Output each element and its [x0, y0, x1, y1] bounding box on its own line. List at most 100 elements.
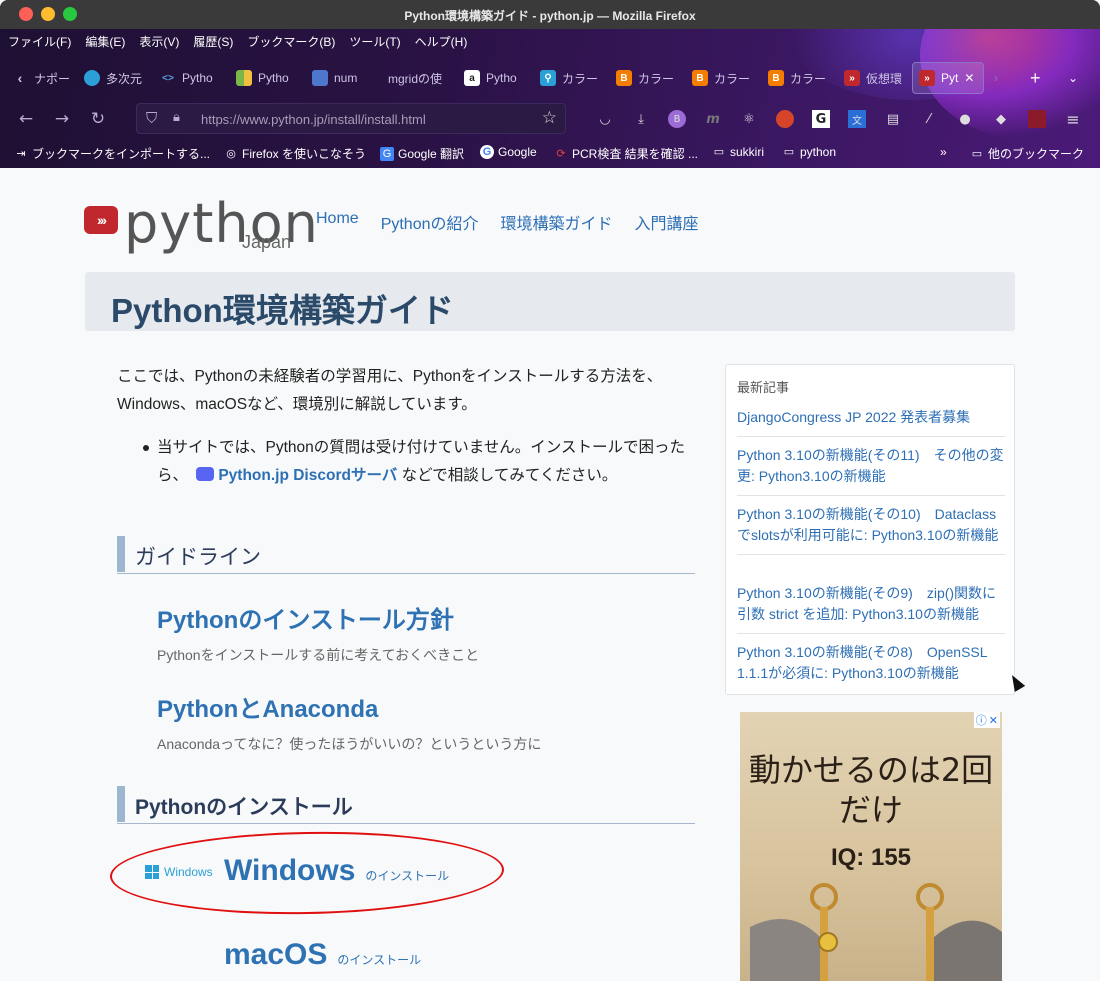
info-icon[interactable]: ⓘ — [976, 712, 987, 728]
shield-icon[interactable]: ⛉ — [146, 109, 157, 127]
bookmark-label: PCR検査 結果を確認 ... — [572, 147, 699, 161]
bookmark-other[interactable]: ▭ 他のブックマーク — [970, 145, 1084, 162]
hamburger-menu-icon[interactable]: ≡ — [1064, 110, 1082, 129]
tab-6[interactable]: mgridの使 — [388, 62, 446, 94]
menu-bookmarks[interactable]: ブックマーク(B) — [247, 31, 335, 53]
extension-red-icon[interactable] — [1028, 110, 1046, 128]
menu-history[interactable]: 履歴(S) — [193, 31, 233, 53]
forward-icon[interactable]: → — [51, 109, 73, 129]
tab-7[interactable]: a Pytho — [464, 62, 522, 94]
extension-diamond-icon[interactable]: ◆ — [992, 110, 1010, 128]
tab-9[interactable]: B カラー — [616, 62, 674, 94]
tab-8[interactable]: ⚲ カラー — [540, 62, 598, 94]
menu-file[interactable]: ファイル(F) — [8, 31, 71, 53]
tab-1[interactable]: ‹ ナポー — [12, 62, 74, 94]
amazon-icon: a — [464, 70, 480, 86]
close-icon[interactable]: ✕ — [989, 714, 998, 727]
back-icon[interactable]: ← — [15, 109, 37, 129]
menu-edit[interactable]: 編集(E) — [85, 31, 125, 53]
macos-install-link[interactable]: macOS のインストール — [224, 938, 421, 972]
tab-12[interactable]: » 仮想環 — [844, 62, 902, 94]
lock-icon[interactable]: 🔒︎ — [173, 110, 180, 125]
section-guideline: ガイドライン — [117, 536, 695, 574]
site-logo[interactable]: ››› python Japan — [84, 192, 318, 258]
nav-install-guide[interactable]: 環境構築ガイド — [501, 210, 613, 234]
download-icon[interactable]: ⤓ — [632, 110, 650, 128]
bookmark-google[interactable]: G Google — [480, 145, 537, 159]
folder-icon: ▭ — [971, 147, 983, 160]
bookmark-label: 他のブックマーク — [988, 147, 1085, 161]
annotation-oval — [109, 828, 505, 918]
os-title[interactable]: macOS — [224, 938, 327, 972]
ad-iq-label: IQ: 155 — [830, 844, 912, 871]
os-subtitle[interactable]: のインストール — [337, 951, 421, 968]
menu-tools[interactable]: ツール(T) — [349, 31, 400, 53]
bookmark-label: sukkiri — [730, 145, 765, 159]
extension-b-icon[interactable]: B — [668, 110, 686, 128]
menu-bar: ファイル(F) 編集(E) 表示(V) 履歴(S) ブックマーク(B) ツール(… — [0, 31, 481, 53]
bookmark-firefox[interactable]: ◎ Firefox を使いこなそう — [224, 145, 366, 162]
python-jp-icon: » — [844, 70, 860, 86]
url-bar[interactable]: ⛉ 🔒︎ https://www.python.jp/install/insta… — [136, 103, 566, 134]
tab-10[interactable]: B カラー — [692, 62, 750, 94]
blogger-icon: B — [768, 70, 784, 86]
tab-11[interactable]: B カラー — [768, 62, 826, 94]
nav-home[interactable]: Home — [316, 210, 359, 234]
tab-2[interactable]: 多次元 — [84, 62, 144, 94]
extension-fox-icon[interactable] — [776, 110, 794, 128]
reader-icon[interactable]: ▤ — [884, 110, 902, 128]
color-ext-icon[interactable]: ● — [956, 110, 974, 128]
section-bar — [117, 786, 125, 822]
react-icon[interactable]: ⚛ — [740, 110, 758, 128]
blogger-icon: B — [616, 70, 632, 86]
translate-icon: G — [380, 146, 394, 161]
article-link[interactable]: DjangoCongress JP 2022 発表者募集 — [737, 407, 1005, 437]
grammarly-icon[interactable]: G — [812, 110, 830, 128]
bookmark-label: Firefox を使いこなそう — [242, 147, 367, 161]
bookmark-folder-sukkiri[interactable]: ▭ sukkiri — [712, 145, 764, 159]
tab-3[interactable]: <> Pytho — [160, 62, 220, 94]
nav-intro[interactable]: Pythonの紹介 — [381, 210, 479, 234]
tab-label: 多次元 — [106, 71, 143, 86]
tab-5[interactable]: num — [312, 62, 370, 94]
url-text[interactable]: https://www.python.jp/install/install.ht… — [201, 112, 426, 127]
article-link[interactable]: Python 3.10の新機能(その10) Dataclassでslotsが利用… — [737, 504, 1005, 555]
guide-anaconda[interactable]: PythonとAnaconda Anacondaってなに？使ったほうがいいの？と… — [157, 689, 541, 754]
sidebar-heading: 最新記事 — [737, 380, 790, 395]
reload-icon[interactable]: ↻ — [87, 109, 109, 129]
pocket-icon[interactable]: ◡ — [596, 110, 614, 128]
page-header: Python環境構築ガイド — [85, 272, 1015, 331]
advertisement[interactable]: ⓘ ✕ 動かせるのは2回だけ IQ: 155 — [740, 712, 1002, 981]
tab-scroll-right-icon[interactable]: › — [994, 62, 1010, 94]
translate-ext-icon[interactable]: 文 — [848, 110, 866, 128]
bookmark-translate[interactable]: G Google 翻訳 — [380, 145, 464, 162]
bookmark-import[interactable]: ⇥ ブックマークをインポートする... — [14, 145, 210, 162]
ad-choices[interactable]: ⓘ ✕ — [973, 712, 1000, 728]
folder-icon: ▭ — [783, 146, 795, 158]
bookmarks-overflow-icon[interactable]: » — [940, 145, 947, 159]
list-tabs-icon[interactable]: ⌄ — [1068, 62, 1084, 94]
section-title: Pythonのインストール — [135, 796, 353, 819]
guide-title[interactable]: Pythonのインストール方針 — [157, 600, 479, 635]
discord-link[interactable]: Python.jp Discordサーバ — [218, 467, 397, 484]
eyedropper-icon[interactable]: ⁄ — [920, 110, 938, 128]
tab-4[interactable]: Pytho — [236, 62, 296, 94]
extension-m-icon[interactable]: m — [704, 110, 722, 128]
tab-label: 仮想環 — [866, 71, 902, 86]
guide-title[interactable]: PythonとAnaconda — [157, 689, 541, 724]
menu-view[interactable]: 表示(V) — [139, 31, 179, 53]
article-link[interactable]: Python 3.10の新機能(その11) その他の変更: Python3.10… — [737, 445, 1005, 496]
bookmark-pcr[interactable]: ⟳ PCR検査 結果を確認 ... — [554, 145, 698, 162]
close-tab-icon[interactable]: ✕ — [964, 71, 974, 85]
tab-active[interactable]: » Pyt ✕ — [912, 62, 984, 94]
guide-install-policy[interactable]: Pythonのインストール方針 Pythonをインストールする前に考えておくべき… — [157, 600, 479, 665]
article-link[interactable]: Python 3.10の新機能(その8) OpenSSL 1.1.1が必須に: … — [737, 642, 1005, 692]
menu-help[interactable]: ヘルプ(H) — [415, 31, 468, 53]
star-icon[interactable]: ☆ — [542, 108, 557, 128]
pin-icon: ⚲ — [540, 70, 556, 86]
new-tab-icon[interactable]: + — [1030, 62, 1046, 94]
bookmark-folder-python[interactable]: ▭ python — [782, 145, 836, 159]
article-link[interactable]: Python 3.10の新機能(その9) zip()関数に引数 strict を… — [737, 583, 1005, 634]
nav-tutorial[interactable]: 入門講座 — [635, 210, 699, 234]
tab-label: ナポー — [34, 71, 71, 86]
